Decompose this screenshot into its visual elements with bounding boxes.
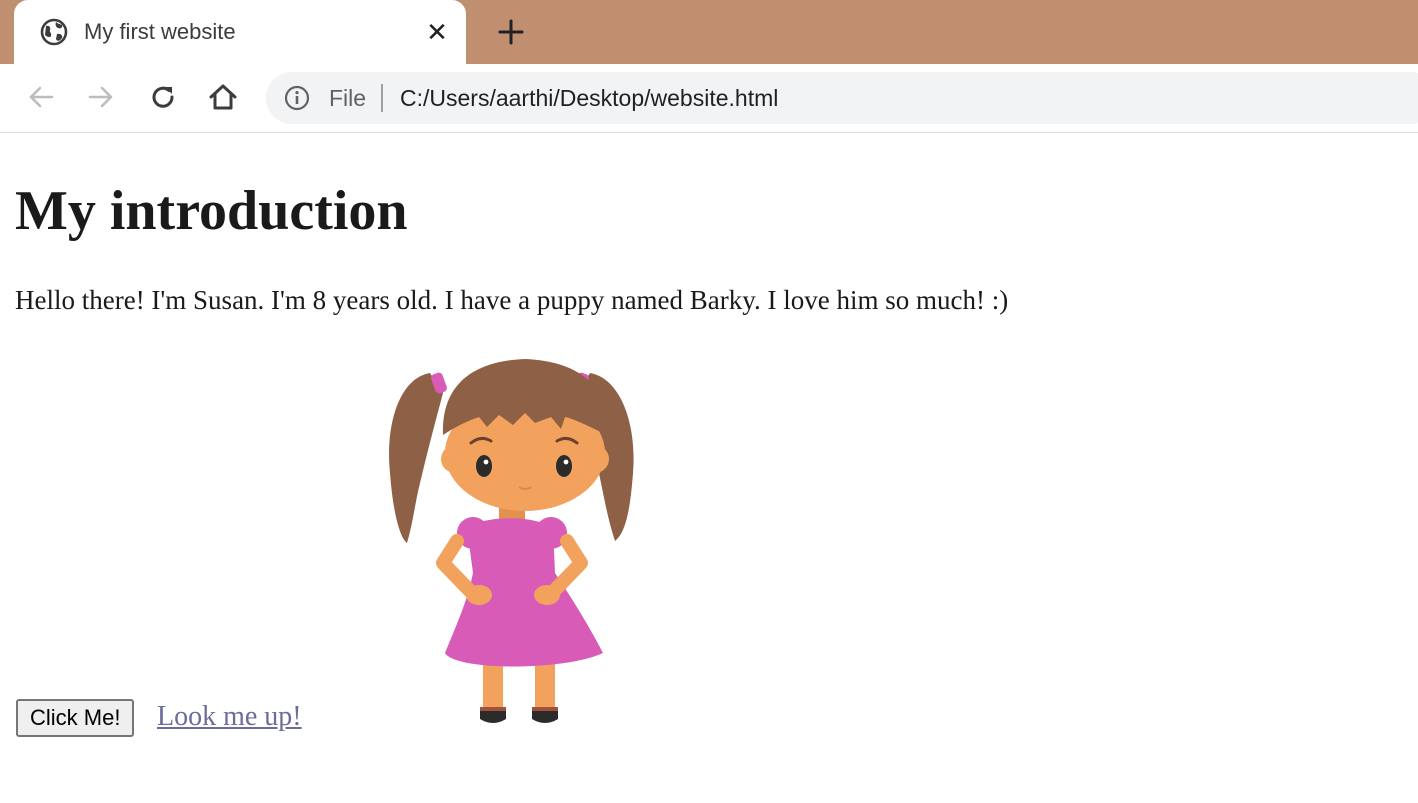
page-content: My introduction Hello there! I'm Susan. … <box>15 133 1405 793</box>
omnibox-divider <box>381 84 383 112</box>
arrow-left-icon[interactable] <box>24 80 58 114</box>
girl-cartoon-image <box>389 359 634 723</box>
look-me-up-link[interactable]: Look me up! <box>157 699 302 735</box>
url-text[interactable]: C:/Users/aarthi/Desktop/website.html <box>400 84 778 112</box>
arrow-right-icon[interactable] <box>84 80 118 114</box>
intro-paragraph: Hello there! I'm Susan. I'm 8 years old.… <box>15 285 1009 315</box>
info-icon[interactable] <box>284 85 310 111</box>
address-bar[interactable]: File C:/Users/aarthi/Desktop/website.htm… <box>266 72 1418 124</box>
tab-strip: My first website ✕ <box>0 0 1418 64</box>
plus-icon[interactable] <box>495 16 527 48</box>
page-heading: My introduction <box>15 180 408 242</box>
scheme-label: File <box>329 85 367 111</box>
reload-icon[interactable] <box>146 80 180 114</box>
browser-tab[interactable]: My first website ✕ <box>14 0 466 64</box>
browser-toolbar: File C:/Users/aarthi/Desktop/website.htm… <box>0 64 1418 133</box>
globe-icon <box>40 18 68 46</box>
click-me-button[interactable]: Click Me! <box>16 699 135 737</box>
close-tab-icon[interactable]: ✕ <box>426 18 448 46</box>
tab-title: My first website <box>84 19 236 44</box>
home-icon[interactable] <box>206 80 240 114</box>
